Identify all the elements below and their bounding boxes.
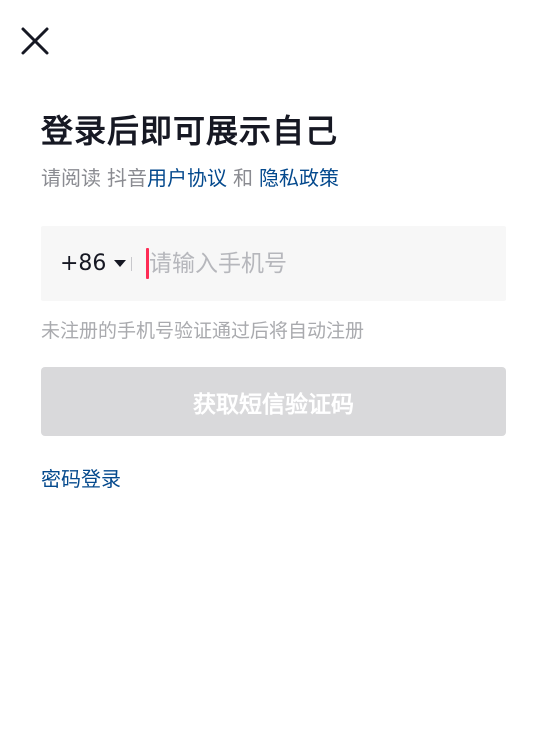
phone-number-input[interactable] <box>145 226 499 301</box>
page-title: 登录后即可展示自己 <box>41 112 339 150</box>
registration-hint: 未注册的手机号验证通过后将自动注册 <box>41 320 365 342</box>
close-icon <box>21 27 49 55</box>
agreement-and: 和 <box>233 166 253 190</box>
caret-down-icon <box>114 260 127 267</box>
close-button[interactable] <box>18 24 52 58</box>
user-agreement-link[interactable]: 用户协议 <box>147 166 227 190</box>
agreement-app-name: 抖音 <box>107 166 147 190</box>
get-sms-code-button[interactable]: 获取短信验证码 <box>41 367 506 436</box>
agreement-text: 请阅读 抖音用户协议和隐私政策 <box>41 162 339 191</box>
privacy-policy-link[interactable]: 隐私政策 <box>259 166 339 190</box>
text-cursor <box>146 248 149 279</box>
country-code-label: +86 <box>60 251 107 276</box>
agreement-prefix: 请阅读 <box>41 166 101 190</box>
country-code-selector[interactable]: +86 <box>60 226 127 301</box>
divider <box>131 257 132 271</box>
password-login-link[interactable]: 密码登录 <box>41 463 121 492</box>
phone-input-container: +86 <box>41 226 506 301</box>
